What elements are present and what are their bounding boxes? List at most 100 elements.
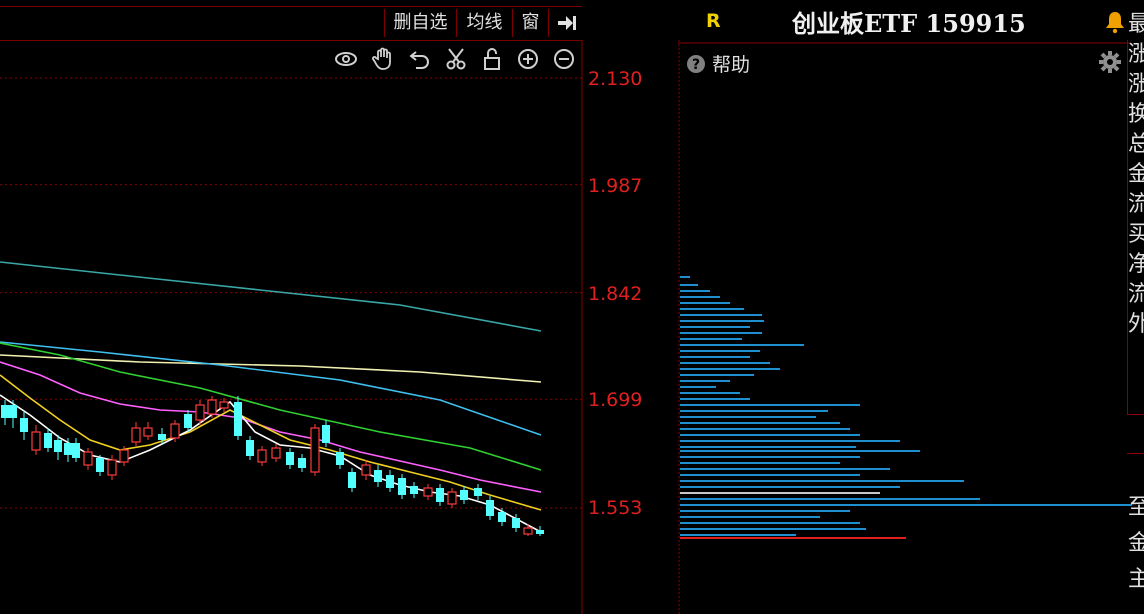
candle-body-up [257,449,267,463]
gear-icon[interactable] [1098,50,1122,74]
price-label: 1.987 [588,175,643,197]
candle-body-down [9,405,17,418]
moving-average-line [0,394,542,533]
chip-bar [680,534,796,536]
moving-average-line [0,261,542,332]
candle-body-down [386,475,394,488]
candle-body-up [271,447,281,459]
info-label: 至 [1128,495,1144,520]
candle-body-down [536,530,544,534]
candle-body-down [1,405,9,418]
moving-average-lines [0,261,542,533]
chip-bar [680,498,980,500]
chip-bar [680,416,816,418]
help-link[interactable]: ? 帮助 [686,50,750,76]
moving-average-line [0,354,542,383]
chip-bar [680,290,710,292]
info-label: 流 [1128,192,1144,217]
info-label: 金 [1128,531,1144,556]
info-label: 最 [1128,12,1144,37]
chip-bar [680,450,920,452]
candle-body-down [498,512,506,522]
chip-bar [680,468,890,470]
candle-body-down [512,518,520,528]
candle-body-down [96,458,104,472]
candle-body-down [322,425,330,443]
candle-body-up [423,487,433,497]
candle-body-up [361,464,371,476]
chip-bar [680,428,850,430]
chip-bar [680,314,762,316]
info-label: 流 [1128,282,1144,307]
candle-body-down [398,478,406,495]
svg-text:?: ? [692,57,700,73]
moving-average-line [0,374,542,511]
candle-body-down [374,470,382,482]
info-label: 涨 [1128,42,1144,67]
chip-bar [680,474,860,476]
chip-bar [680,410,828,412]
price-label: 1.553 [588,497,643,519]
chip-bar [680,284,698,286]
stock-chart-window: 删自选 均线 窗 2.130 1.987 1.842 1.699 1.553 R… [0,0,1144,614]
r-badge: R [706,10,721,32]
chip-bar [680,510,850,512]
chip-bar [680,338,742,340]
chip-bar [680,326,750,328]
chip-bar [680,522,860,524]
bell-icon[interactable] [1104,10,1126,34]
chip-bar [680,386,716,388]
candle-body-down [436,488,444,502]
price-label: 2.130 [588,68,643,90]
chip-bar [680,492,880,494]
chip-bar [680,296,720,298]
candle-body-down [64,443,72,455]
price-label: 1.842 [588,283,643,305]
chip-bar [680,332,762,334]
chip-bar [680,404,860,406]
chip-bar [680,440,900,442]
info-label: 净 [1128,252,1144,277]
candle-body-up [219,401,229,409]
candle-body-down [486,500,494,516]
moving-average-line [0,361,542,493]
chip-bar [680,308,744,310]
info-strip-divider [1127,453,1144,454]
candle-body-up [131,427,141,443]
chip-bar [680,486,900,488]
candle-body-down [158,434,166,440]
chip-bar [680,302,730,304]
candlestick-chart[interactable] [0,0,584,614]
candle-body-up [107,459,117,476]
chip-bar [680,516,820,518]
candle-body-up [31,431,41,451]
chip-bar [680,276,690,278]
chip-bar [680,480,964,482]
chip-bar [680,374,754,376]
chip-bar [680,356,750,358]
candle-body-up [119,449,129,463]
chip-bar [680,446,856,448]
info-strip-top: 最 涨 涨 换 总 金 流 买 净 流 外 [1128,10,1144,340]
chip-bar [680,462,840,464]
chip-bar [680,434,860,436]
candles [1,396,544,536]
candle-body-up [207,399,217,415]
current-price-chip-bar [680,537,906,539]
info-label: 主 [1128,567,1144,592]
candle-body-down [336,452,344,465]
candle-body-down [44,433,52,448]
candle-body-up [170,423,180,439]
chip-bar [680,320,764,322]
candle-body-down [474,488,482,496]
candle-body-up [310,427,320,473]
info-label: 总 [1128,132,1144,157]
candle-body-down [348,472,356,488]
chip-bar [680,456,860,458]
info-label: 外 [1128,312,1144,337]
security-title: 创业板ETF 159915 [792,9,1026,38]
candle-body-up [143,427,153,437]
candle-body-down [184,414,192,428]
price-label: 1.699 [588,389,643,411]
chip-bar [680,392,740,394]
